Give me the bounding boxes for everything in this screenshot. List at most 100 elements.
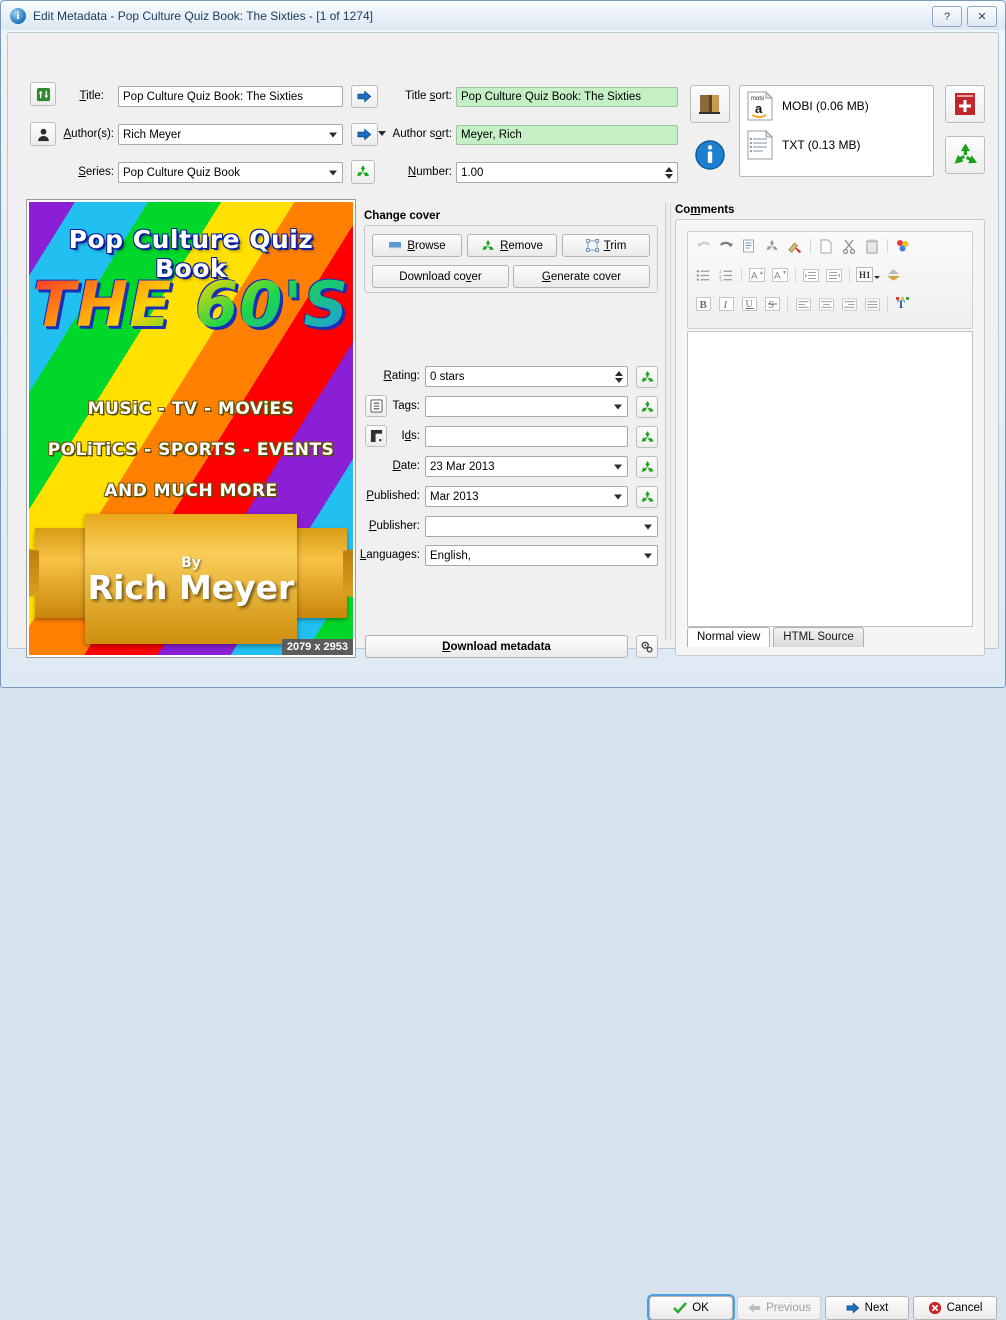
italic-icon[interactable]: I <box>716 294 736 314</box>
align-left-icon[interactable] <box>793 294 813 314</box>
number-spinner[interactable] <box>665 166 673 179</box>
paste-formatted-icon[interactable] <box>739 236 759 256</box>
tab-html-source[interactable]: HTML Source <box>773 627 864 647</box>
reset-date-button[interactable] <box>636 456 658 478</box>
publisher-input[interactable] <box>425 516 658 537</box>
comments-body <box>688 332 972 340</box>
ids-icon <box>370 429 382 443</box>
remove-format-button[interactable] <box>945 136 985 174</box>
title-input[interactable]: Pop Culture Quiz Book: The Sixties <box>118 86 343 107</box>
splitter-handle[interactable] <box>665 203 671 640</box>
indent-icon[interactable] <box>801 265 821 285</box>
series-input[interactable]: Pop Culture Quiz Book <box>118 162 343 183</box>
ids-label: Ids: <box>401 430 420 442</box>
chevron-down-icon <box>329 132 337 137</box>
cancel-button[interactable]: Cancel <box>913 1296 997 1320</box>
underline-icon[interactable]: U <box>739 294 759 314</box>
series-label: Series: <box>78 166 114 178</box>
svg-text:H1: H1 <box>859 270 871 280</box>
chevron-down-icon <box>644 553 652 558</box>
published-input[interactable]: Mar 2013 <box>425 486 628 507</box>
browse-cover-button[interactable]: Browse <box>372 234 462 257</box>
undo-icon[interactable] <box>693 236 713 256</box>
align-center-icon[interactable] <box>816 294 836 314</box>
copy-icon[interactable] <box>816 236 836 256</box>
ok-button[interactable]: OK <box>649 1296 733 1320</box>
download-cover-label: Download cover <box>399 270 482 283</box>
tags-input[interactable] <box>425 396 628 417</box>
paste-icon[interactable] <box>862 236 882 256</box>
reset-tags-button[interactable] <box>636 396 658 418</box>
help-button[interactable]: ? <box>932 6 962 27</box>
author-sort-input[interactable]: Meyer, Rich <box>456 125 678 145</box>
cover-preview[interactable]: Pop Culture Quiz Book THE 60'S MUSiC - T… <box>26 199 356 658</box>
clear-formatting-icon[interactable] <box>785 236 805 256</box>
arrow-left-icon <box>748 1303 761 1313</box>
background-color-icon[interactable] <box>883 265 903 285</box>
bold-icon[interactable]: B <box>693 294 713 314</box>
redo-icon[interactable] <box>716 236 736 256</box>
tags-editor-button[interactable] <box>365 395 387 417</box>
align-justify-icon[interactable] <box>862 294 882 314</box>
rating-input[interactable]: 0 stars <box>425 366 628 387</box>
recycle-icon[interactable] <box>762 236 782 256</box>
strikethrough-icon[interactable]: S <box>762 294 782 314</box>
download-cover-button[interactable]: Download cover <box>372 265 509 288</box>
toolbar-separator <box>787 297 788 311</box>
toolbar-separator <box>810 239 811 253</box>
trim-cover-button[interactable]: Trim <box>562 234 650 257</box>
next-button[interactable]: Next <box>825 1296 909 1320</box>
svg-text:B: B <box>699 299 707 311</box>
window-title: Edit Metadata - Pop Culture Quiz Book: T… <box>33 8 373 23</box>
chevron-down-icon <box>614 494 622 499</box>
format-row-txt[interactable]: TXT (0.13 MB) <box>746 130 860 160</box>
close-button[interactable]: ✕ <box>967 6 997 27</box>
info-icon: i <box>10 7 26 24</box>
bullet-list-icon[interactable] <box>693 265 713 285</box>
swap-title-author-button[interactable] <box>30 82 56 106</box>
published-value: Mar 2013 <box>430 490 479 503</box>
add-format-button[interactable] <box>945 85 985 123</box>
view-book-button[interactable] <box>690 85 730 123</box>
title-to-sort-button[interactable] <box>351 85 378 108</box>
ids-editor-button[interactable] <box>365 425 387 447</box>
format-row-mobi[interactable]: mobi a MOBI (0.06 MB) <box>746 91 869 121</box>
reset-rating-button[interactable] <box>636 366 658 388</box>
info-circle-icon <box>695 140 725 170</box>
color-icon[interactable] <box>893 236 913 256</box>
numbered-list-icon[interactable]: 123 <box>716 265 736 285</box>
decrease-font-icon[interactable]: A ▼ <box>770 265 790 285</box>
cut-icon[interactable] <box>839 236 859 256</box>
text-color-icon[interactable]: T <box>893 294 913 314</box>
ids-input[interactable] <box>425 426 628 447</box>
title-bar: i Edit Metadata - Pop Culture Quiz Book:… <box>1 1 1005 30</box>
reset-published-button[interactable] <box>636 486 658 508</box>
increase-font-icon[interactable]: A ▲ <box>747 265 767 285</box>
comments-textarea[interactable] <box>687 331 973 627</box>
toolbar-separator <box>887 239 888 253</box>
number-input[interactable]: 1.00 <box>456 162 678 183</box>
rating-spinner[interactable] <box>615 370 623 383</box>
author-sort-label: Author sort: <box>392 128 452 140</box>
date-input[interactable]: 23 Mar 2013 <box>425 456 628 477</box>
book-details-button[interactable] <box>690 136 730 174</box>
rating-value: 0 stars <box>430 370 465 383</box>
languages-input[interactable]: English, <box>425 545 658 566</box>
series-value: Pop Culture Quiz Book <box>123 166 240 179</box>
edit-metadata-window: i Edit Metadata - Pop Culture Quiz Book:… <box>0 0 1006 1320</box>
outdent-icon[interactable] <box>824 265 844 285</box>
arrow-right-icon <box>357 90 372 103</box>
generate-cover-button[interactable]: Generate cover <box>513 265 650 288</box>
title-sort-input[interactable]: Pop Culture Quiz Book: The Sixties <box>456 87 678 107</box>
align-right-icon[interactable] <box>839 294 859 314</box>
authors-input[interactable]: Rich Meyer <box>118 124 343 145</box>
reset-ids-button[interactable] <box>636 426 658 448</box>
clear-series-button[interactable] <box>351 160 375 184</box>
remove-cover-button[interactable]: Remove <box>467 234 557 257</box>
author-to-sort-button[interactable] <box>351 123 378 146</box>
title-label: Title: <box>79 90 104 102</box>
heading-icon[interactable]: H1 <box>855 265 880 285</box>
formats-list[interactable]: mobi a MOBI (0.06 MB) TXT (0.13 MB) <box>739 85 934 177</box>
title-value: Pop Culture Quiz Book: The Sixties <box>123 90 304 103</box>
tab-normal-view[interactable]: Normal view <box>687 627 771 647</box>
